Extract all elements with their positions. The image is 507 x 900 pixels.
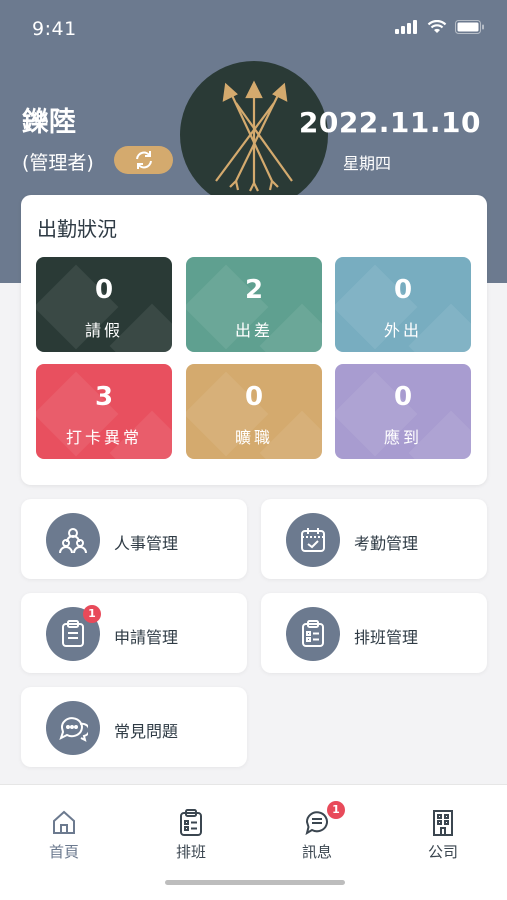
swap-icon xyxy=(135,151,152,169)
menu-label: 排班管理 xyxy=(354,628,419,647)
current-date: 2022.11.10 xyxy=(298,106,481,139)
tile-label: 請假 xyxy=(84,321,123,340)
status-bar: 9:41 xyxy=(0,0,507,60)
menu-faq[interactable]: 常見問題 xyxy=(21,687,247,767)
attendance-card: 出勤狀況 0 請假 2 出差 0 外出 3 打卡異常 0 曠職 0 應到 xyxy=(21,195,487,485)
clipboard-icon xyxy=(151,807,231,837)
chat-bubbles-icon xyxy=(46,701,100,755)
nav-label: 訊息 xyxy=(301,843,332,861)
calendar-check-icon xyxy=(286,513,340,567)
tile-out[interactable]: 0 外出 xyxy=(335,257,471,352)
menu-label: 申請管理 xyxy=(114,628,179,647)
notification-badge: 1 xyxy=(83,605,101,623)
tile-label: 出差 xyxy=(234,321,273,340)
building-icon xyxy=(403,807,483,837)
tile-count: 0 xyxy=(94,275,114,305)
signal-icon xyxy=(395,20,417,34)
tile-label: 曠職 xyxy=(234,428,273,447)
home-icon xyxy=(24,807,104,837)
menu-attendance[interactable]: 考勤管理 xyxy=(261,499,487,579)
menu-label: 考勤管理 xyxy=(354,534,419,553)
menu-label: 人事管理 xyxy=(114,534,179,553)
tile-count: 3 xyxy=(94,382,114,412)
nav-company[interactable]: 公司 xyxy=(403,807,483,862)
tile-count: 0 xyxy=(244,382,264,412)
schedule-list-icon xyxy=(286,607,340,661)
status-time: 9:41 xyxy=(32,18,77,40)
nav-schedule[interactable]: 排班 xyxy=(151,807,231,862)
nav-label: 首頁 xyxy=(48,843,79,861)
tile-expected[interactable]: 0 應到 xyxy=(335,364,471,459)
tile-clock-abnormal[interactable]: 3 打卡異常 xyxy=(36,364,172,459)
notification-badge: 1 xyxy=(327,801,345,819)
menu-scheduling[interactable]: 排班管理 xyxy=(261,593,487,673)
people-icon xyxy=(46,513,100,567)
nav-home[interactable]: 首頁 xyxy=(24,807,104,862)
tile-business-trip[interactable]: 2 出差 xyxy=(186,257,322,352)
user-role: (管理者) xyxy=(22,152,94,174)
menu-application[interactable]: 1 申請管理 xyxy=(21,593,247,673)
tile-label: 外出 xyxy=(383,321,422,340)
tile-label: 應到 xyxy=(383,428,422,447)
tile-label: 打卡異常 xyxy=(65,428,142,447)
tile-count: 0 xyxy=(393,382,413,412)
tile-count: 2 xyxy=(244,275,264,305)
current-weekday: 星期四 xyxy=(343,154,392,173)
wifi-icon xyxy=(427,20,447,33)
tile-leave[interactable]: 0 請假 xyxy=(36,257,172,352)
home-indicator xyxy=(165,880,345,885)
nav-messages[interactable]: 1 訊息 xyxy=(277,801,357,862)
status-icons xyxy=(395,20,485,34)
tile-absent[interactable]: 0 曠職 xyxy=(186,364,322,459)
menu-personnel[interactable]: 人事管理 xyxy=(21,499,247,579)
user-name: 鑠陸 xyxy=(22,107,76,138)
attendance-title: 出勤狀況 xyxy=(37,217,117,241)
tile-count: 0 xyxy=(393,275,413,305)
switch-role-button[interactable] xyxy=(114,146,173,174)
nav-label: 公司 xyxy=(427,843,458,861)
message-icon: 1 xyxy=(277,801,357,837)
battery-icon xyxy=(455,20,484,34)
menu-label: 常見問題 xyxy=(114,722,179,741)
nav-label: 排班 xyxy=(175,843,206,861)
